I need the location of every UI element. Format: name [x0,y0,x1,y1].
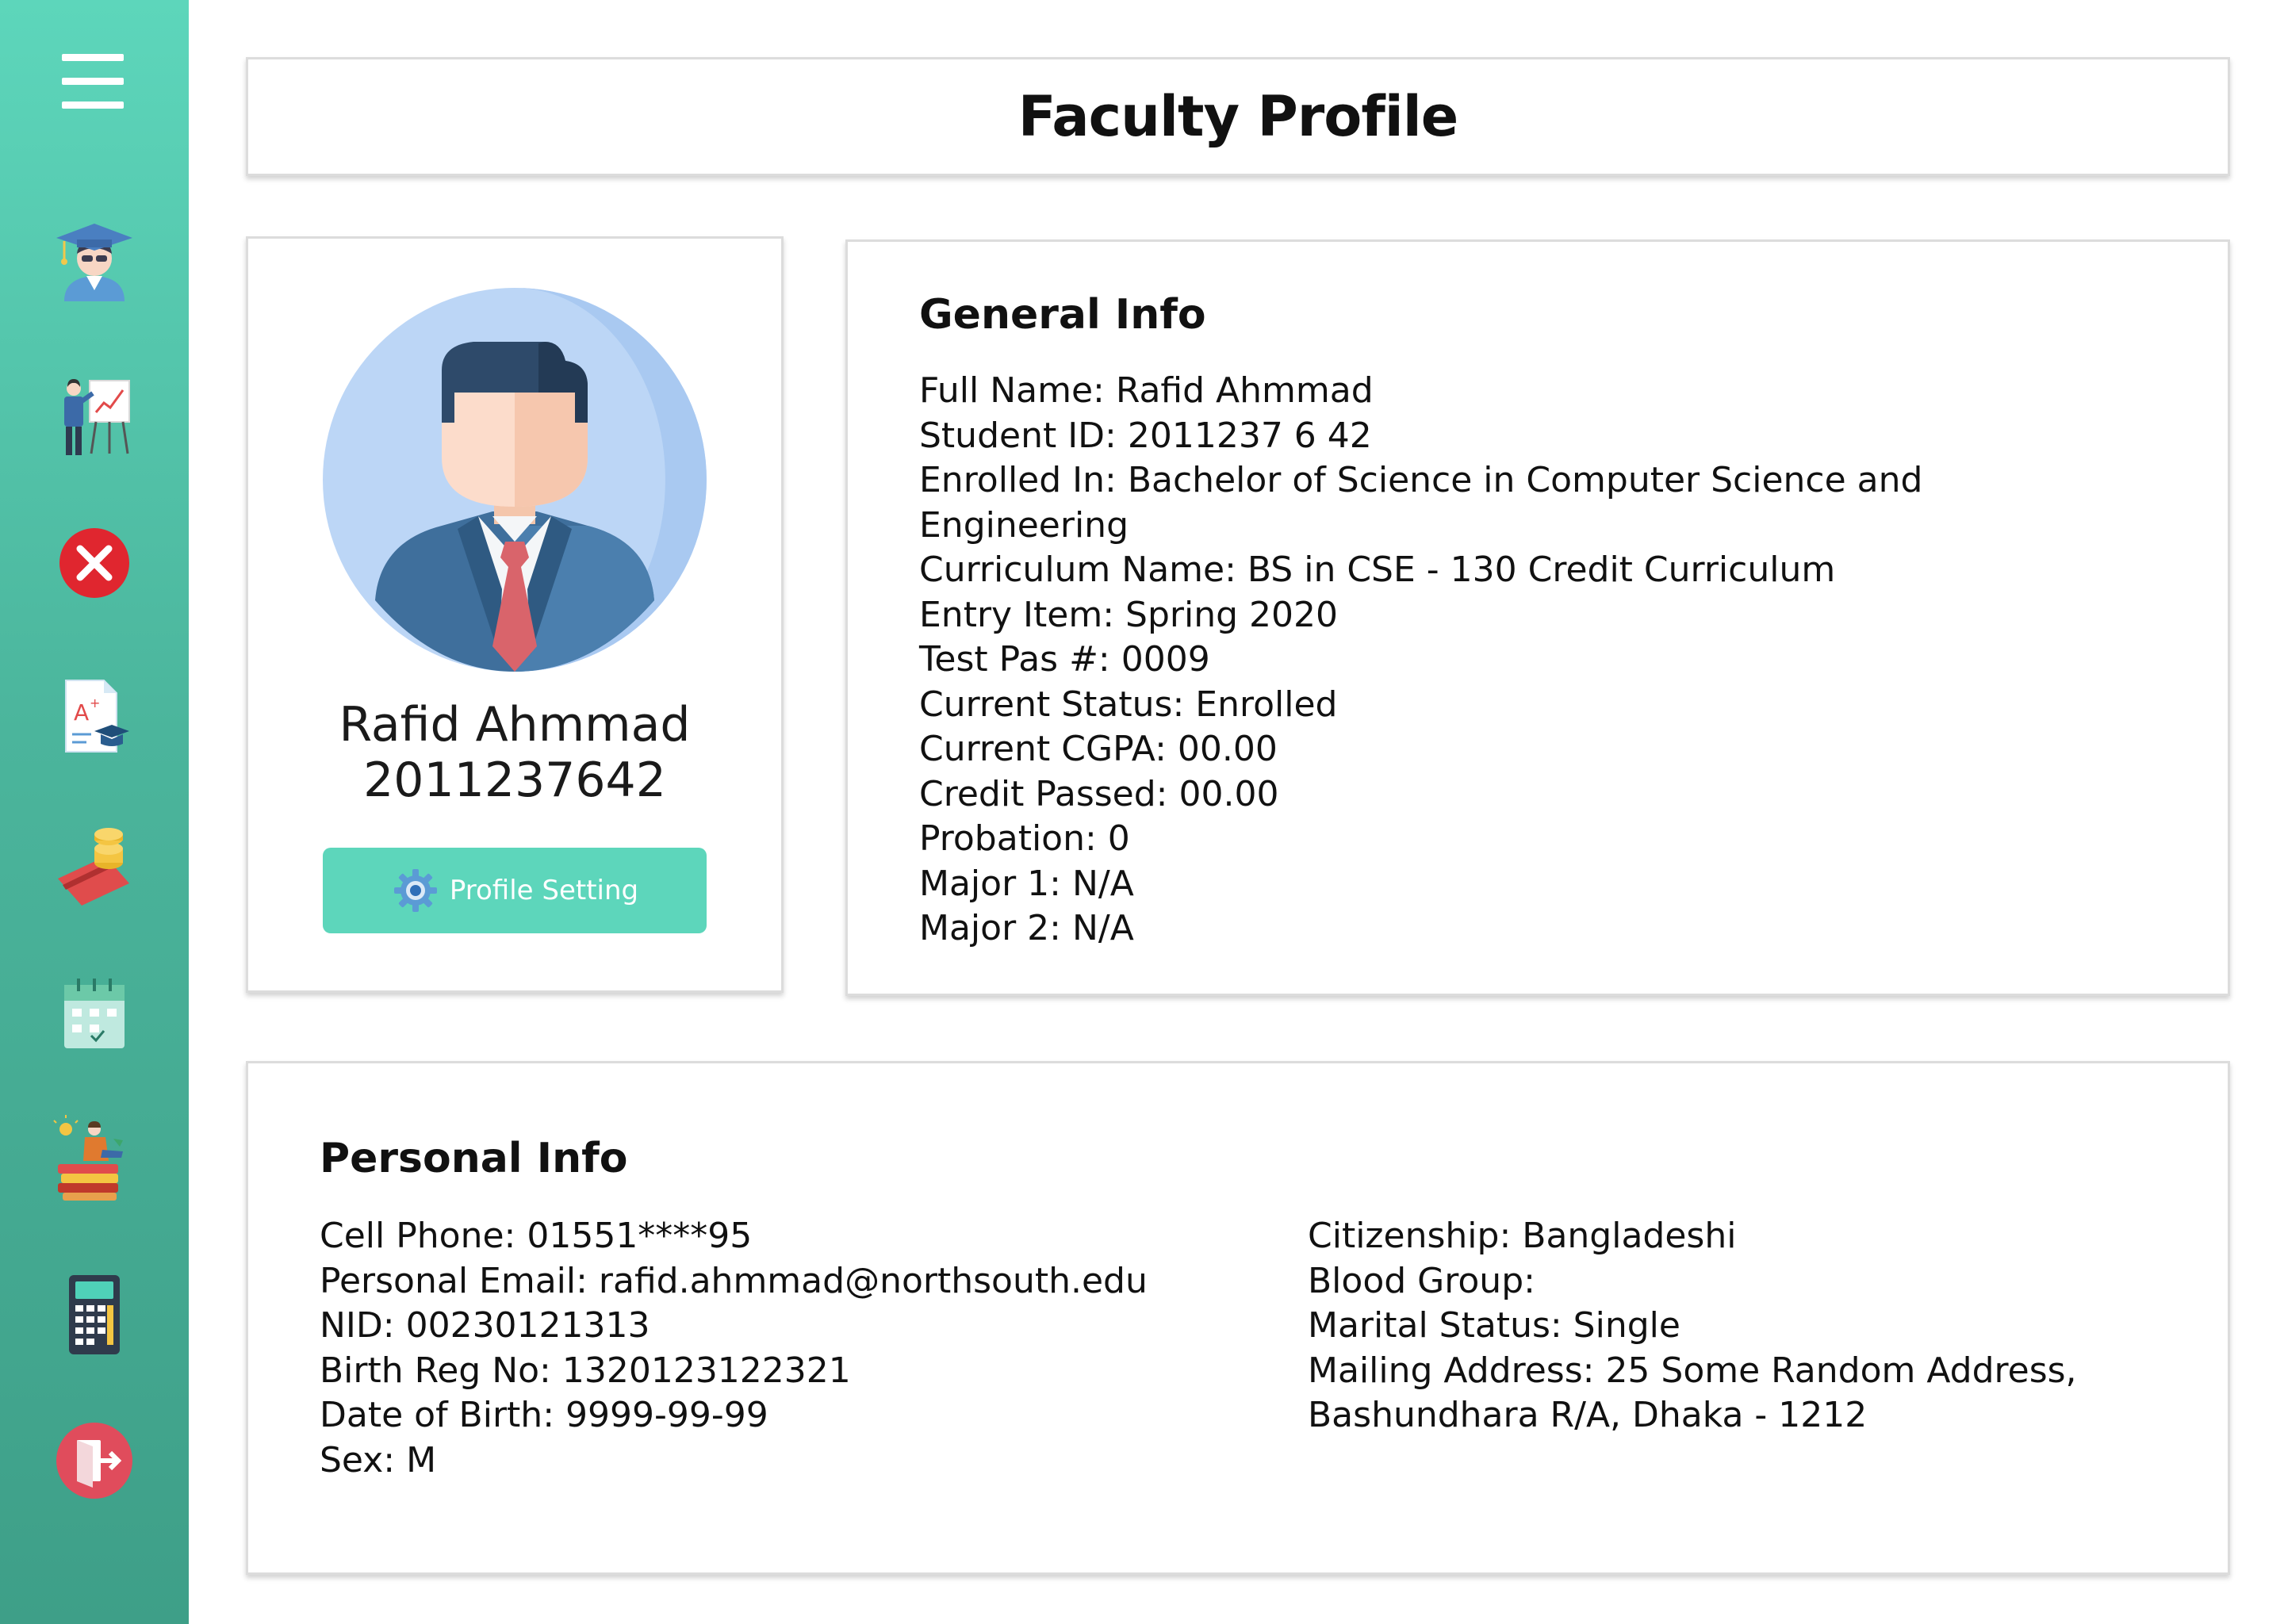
personal-info-left-column: Cell Phone: 01551****95 Personal Email: … [320,1214,1271,1483]
teacher-presentation-icon[interactable] [47,366,142,462]
info-line-enrolled-in-cont: Engineering [919,504,1129,546]
gear-icon [391,866,440,915]
profile-id: 2011237642 [363,753,666,808]
info-line-credit-passed: Credit Passed: 00.00 [919,773,1279,814]
study-activity-icon[interactable] [47,1112,142,1207]
menu-bar [62,54,124,61]
personal-info-heading: Personal Info [320,1135,628,1182]
info-line-probation: Probation: 0 [919,818,1130,859]
payment-icon[interactable] [47,817,142,912]
info-line-blood-group: Blood Group: [1308,1260,1535,1301]
info-line-current-status: Current Status: Enrolled [919,684,1338,725]
info-line-cgpa: Current CGPA: 00.00 [919,729,1278,769]
info-line-student-id: Student ID: 2011237 6 42 [919,415,1372,456]
profile-card: Rafid Ahmmad 2011237642 Profile Setting [246,236,784,993]
info-line-birth-reg: Birth Reg No: 1320123122321 [320,1350,851,1391]
avatar [323,288,707,672]
info-line-personal-email: Personal Email: rafid.ahmmad@northsouth.… [320,1260,1148,1301]
info-line-entry-item: Entry Item: Spring 2020 [919,594,1338,635]
info-line-curriculum: Curriculum Name: BS in CSE - 130 Credit … [919,550,1836,590]
info-line-sex: Sex: M [320,1439,437,1480]
general-info-card: General Info Full Name: Rafid Ahmmad Stu… [845,239,2230,996]
personal-info-right-column: Citizenship: Bangladeshi Blood Group: Ma… [1308,1214,2180,1438]
calendar-icon[interactable] [47,966,142,1061]
general-info-list: Full Name: Rafid Ahmmad Student ID: 2011… [919,369,1950,952]
info-line-enrolled-in: Enrolled In: Bachelor of Science in Comp… [919,460,1923,500]
general-info-heading: General Info [919,291,1206,339]
menu-icon[interactable] [62,52,125,113]
page-title: Faculty Profile [1017,84,1459,149]
info-line-full-name: Full Name: Rafid Ahmmad [919,370,1374,411]
menu-bar [62,102,124,109]
cancel-icon[interactable] [47,515,142,611]
info-line-date-of-birth: Date of Birth: 9999-99-99 [320,1395,768,1435]
info-line-citizenship: Citizenship: Bangladeshi [1308,1216,1737,1256]
logout-icon[interactable] [47,1413,142,1508]
personal-info-card: Personal Info Cell Phone: 01551****95 Pe… [246,1061,2230,1575]
info-line-nid: NID: 00230121313 [320,1305,650,1346]
svg-text:+: + [90,695,100,710]
info-line-test-pas: Test Pas #: 0009 [919,639,1210,680]
info-line-major-2: Major 2: N/A [919,908,1134,948]
profile-setting-button[interactable]: Profile Setting [323,848,707,933]
title-card: Faculty Profile [246,57,2230,176]
info-line-major-1: Major 1: N/A [919,863,1134,904]
profile-setting-label: Profile Setting [449,875,639,906]
calculator-icon[interactable] [47,1267,142,1362]
menu-bar [62,78,124,85]
info-line-mailing-address: Mailing Address: 25 Some Random Address, [1308,1350,2077,1391]
profile-name: Rafid Ahmmad [339,697,691,753]
info-line-marital-status: Marital Status: Single [1308,1305,1680,1346]
sidebar: A + [0,0,189,1624]
graduate-icon[interactable] [47,213,142,308]
info-line-mailing-address-cont: Bashundhara R/A, Dhaka - 1212 [1308,1395,1868,1435]
svg-text:A: A [74,699,89,726]
grade-report-icon[interactable]: A + [47,668,142,763]
info-line-cell-phone: Cell Phone: 01551****95 [320,1216,753,1256]
